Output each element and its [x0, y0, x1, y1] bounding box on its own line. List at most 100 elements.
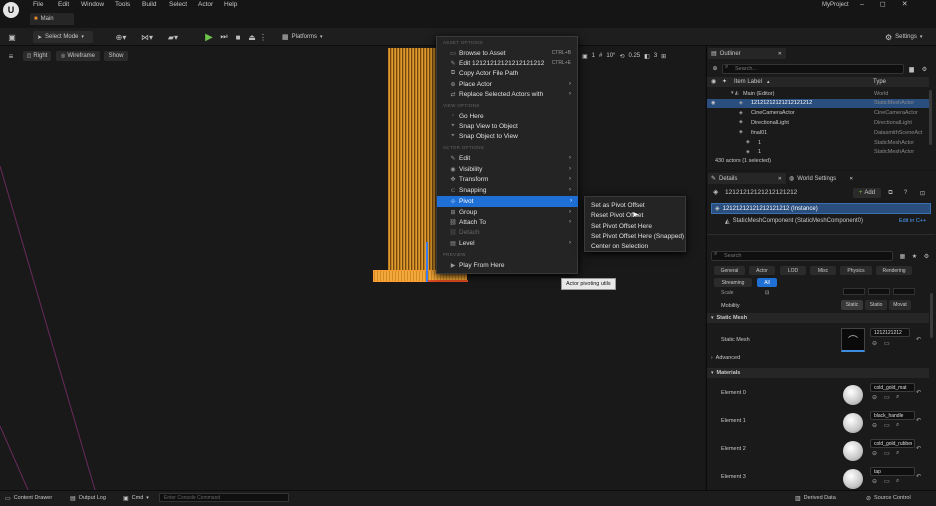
search-icon[interactable]: ⌕ [896, 478, 899, 485]
outliner-search-input[interactable]: Search... [722, 64, 904, 74]
gizmo-x-axis[interactable] [428, 280, 468, 282]
view-mode-button[interactable]: ◎ Wireframe [56, 51, 100, 61]
maximize-icon[interactable]: ◻ [880, 0, 886, 8]
revert-icon[interactable]: ↶ [916, 417, 921, 424]
scale-field[interactable] [868, 288, 890, 295]
filter-tab-misc[interactable]: Misc [810, 266, 836, 275]
filter-tab-general[interactable]: General [714, 266, 745, 275]
menu-edit[interactable]: Edit [58, 1, 81, 8]
filter-tab-streaming[interactable]: Streaming [714, 278, 752, 287]
component-row[interactable]: ◭ StaticMeshComponent (StaticMeshCompone… [725, 216, 863, 226]
arrow-left-icon[interactable]: ⊖ [872, 340, 877, 347]
menu-snapping[interactable]: ⊂ Snapping › [447, 185, 577, 196]
viewport[interactable] [0, 46, 705, 490]
menu-browse-to-asset[interactable]: ▭ Browse to Asset CTRL+B [447, 48, 577, 59]
derived-data-button[interactable]: ▥ Derived Data [795, 493, 836, 503]
menu-go-here[interactable]: ◦ Go Here [447, 111, 577, 122]
static-mesh-thumbnail[interactable]: ⌒ [841, 328, 865, 352]
browse-icon[interactable]: ▭ [884, 422, 890, 429]
menu-play-from-here[interactable]: ▶ Play From Here [447, 260, 577, 271]
add-content-icon[interactable]: ⊕▾ [113, 31, 129, 43]
menu-edit[interactable]: ✎ Edit › [447, 153, 577, 164]
reset-icon[interactable]: ↶ [916, 336, 921, 343]
search-icon[interactable]: ⌕ [896, 422, 899, 429]
material-thumbnail[interactable] [843, 385, 863, 405]
menu-build[interactable]: Build [142, 1, 169, 8]
reset-icon[interactable]: ⊖ [872, 478, 877, 485]
blueprint-icon[interactable]: ⧉ [886, 188, 895, 198]
material-dropdown[interactable]: tap [870, 467, 915, 476]
revert-icon[interactable]: ↶ [916, 445, 921, 452]
save-icon[interactable]: ▣ [6, 31, 18, 43]
layers-value[interactable]: 1 [592, 53, 595, 59]
outliner-row[interactable]: ▾ ◭ Main (Editor) World [707, 89, 929, 99]
search-icon[interactable]: ⌕ [896, 394, 899, 401]
menu-pivot[interactable]: ⊹ Pivot › [437, 196, 578, 207]
close-icon[interactable]: ✕ [778, 51, 782, 57]
submenu-set-pivot-offset-snapped[interactable]: Set Pivot Offset Here (Snapped) [591, 231, 684, 242]
rotation-snap-icon[interactable]: ⟲ [619, 53, 624, 60]
reset-icon[interactable]: ⊖ [872, 450, 877, 457]
layers-icon[interactable]: ▣ [582, 53, 588, 60]
console-input[interactable]: Enter Console Command [159, 493, 289, 502]
settings-icon[interactable]: ⚙ [922, 251, 931, 261]
cinematics-icon[interactable]: ▰▾ [165, 31, 181, 43]
close-icon[interactable]: ✕ [902, 0, 908, 8]
material-thumbnail[interactable] [843, 413, 863, 433]
menu-snap-object[interactable]: ⌖ Snap Object to View [447, 131, 577, 142]
filter-tab-all[interactable]: All [757, 278, 777, 287]
wireframe-mesh[interactable] [388, 48, 436, 276]
menu-snap-view[interactable]: ⌖ Snap View to Object [447, 121, 577, 132]
filter-tab-physics[interactable]: Physics [840, 266, 872, 275]
grid-view-icon[interactable]: ▦ [898, 251, 907, 261]
menu-window[interactable]: Window [81, 1, 115, 8]
star-icon[interactable]: ★ [910, 251, 919, 261]
details-scrollbar[interactable] [930, 293, 933, 338]
reset-icon[interactable]: ⊖ [872, 422, 877, 429]
close-icon[interactable]: ✕ [849, 176, 853, 182]
stop-icon[interactable]: ■ [232, 31, 244, 43]
output-log-button[interactable]: ▤ Output Log [70, 493, 106, 503]
mobility-movable[interactable]: Movat [889, 300, 911, 310]
material-dropdown[interactable]: cold_gold_rubber [870, 439, 915, 448]
lock-icon[interactable]: ⊡ [765, 290, 769, 296]
outliner-tab[interactable]: ▤ Outliner ✕ [708, 48, 786, 59]
help-icon[interactable]: ? [901, 188, 910, 198]
step-icon[interactable]: ⏭ [218, 31, 230, 43]
add-component-button[interactable]: + Add [853, 188, 881, 198]
source-control-button[interactable]: ⊘ Source Control [866, 493, 911, 503]
submenu-center-on-selection[interactable]: Center on Selection [591, 241, 648, 252]
platforms-dropdown[interactable]: ▦ Platforms ▾ [282, 31, 322, 43]
menu-file[interactable]: File [33, 1, 58, 8]
section-static-mesh[interactable]: ▾ Static Mesh [707, 313, 929, 323]
show-button[interactable]: Show [104, 51, 128, 61]
outliner-row[interactable]: ◈ DirectionalLight DirectionalLight [707, 118, 929, 128]
hamburger-icon[interactable]: ≡ [6, 51, 16, 61]
revert-icon[interactable]: ↶ [916, 473, 921, 480]
material-dropdown[interactable]: black_handle [870, 411, 915, 420]
component-instance-row[interactable]: ◈ 12121212121212121212 (Instance) [711, 203, 931, 214]
actor-name[interactable]: 12121212121212121212 [725, 189, 797, 196]
menu-copy-path[interactable]: ⧉ Copy Actor File Path [447, 68, 577, 79]
menu-visibility[interactable]: ◉ Visibility › [447, 164, 577, 175]
section-materials[interactable]: ▾ Materials [707, 368, 929, 378]
filter-tab-rendering[interactable]: Rendering [876, 266, 912, 275]
browse-icon[interactable]: ▭ [884, 340, 890, 347]
menu-actor[interactable]: Actor [198, 1, 224, 8]
outliner-row[interactable]: ◉ ◈ 12121212121212121212 StaticMeshActor [707, 98, 929, 109]
search-icon[interactable]: ⌕ [896, 450, 899, 457]
edit-in-cpp-link[interactable]: Edit in C++ [899, 218, 926, 224]
perspective-button[interactable]: ◫ Right [23, 51, 51, 61]
submenu-set-as-pivot-offset[interactable]: Set as Pivot Offset [591, 200, 645, 211]
gizmo-z-axis[interactable] [426, 242, 428, 282]
browse-icon[interactable]: ▭ [884, 394, 890, 401]
folder-add-icon[interactable]: ▆ [907, 64, 916, 74]
tab-main[interactable]: ■ Main [30, 13, 74, 25]
lock-icon[interactable]: ⊡ [918, 188, 927, 198]
filter-tab-lod[interactable]: LOD [780, 266, 806, 275]
advanced-section[interactable]: › Advanced [711, 355, 740, 361]
cmd-dropdown[interactable]: ▣ Cmd ▾ [123, 493, 149, 503]
submenu-set-pivot-offset-here[interactable]: Set Pivot Offset Here [591, 221, 652, 232]
close-icon[interactable]: ✕ [778, 176, 782, 182]
viewport-layout-icon[interactable]: ⊞ [661, 53, 666, 60]
